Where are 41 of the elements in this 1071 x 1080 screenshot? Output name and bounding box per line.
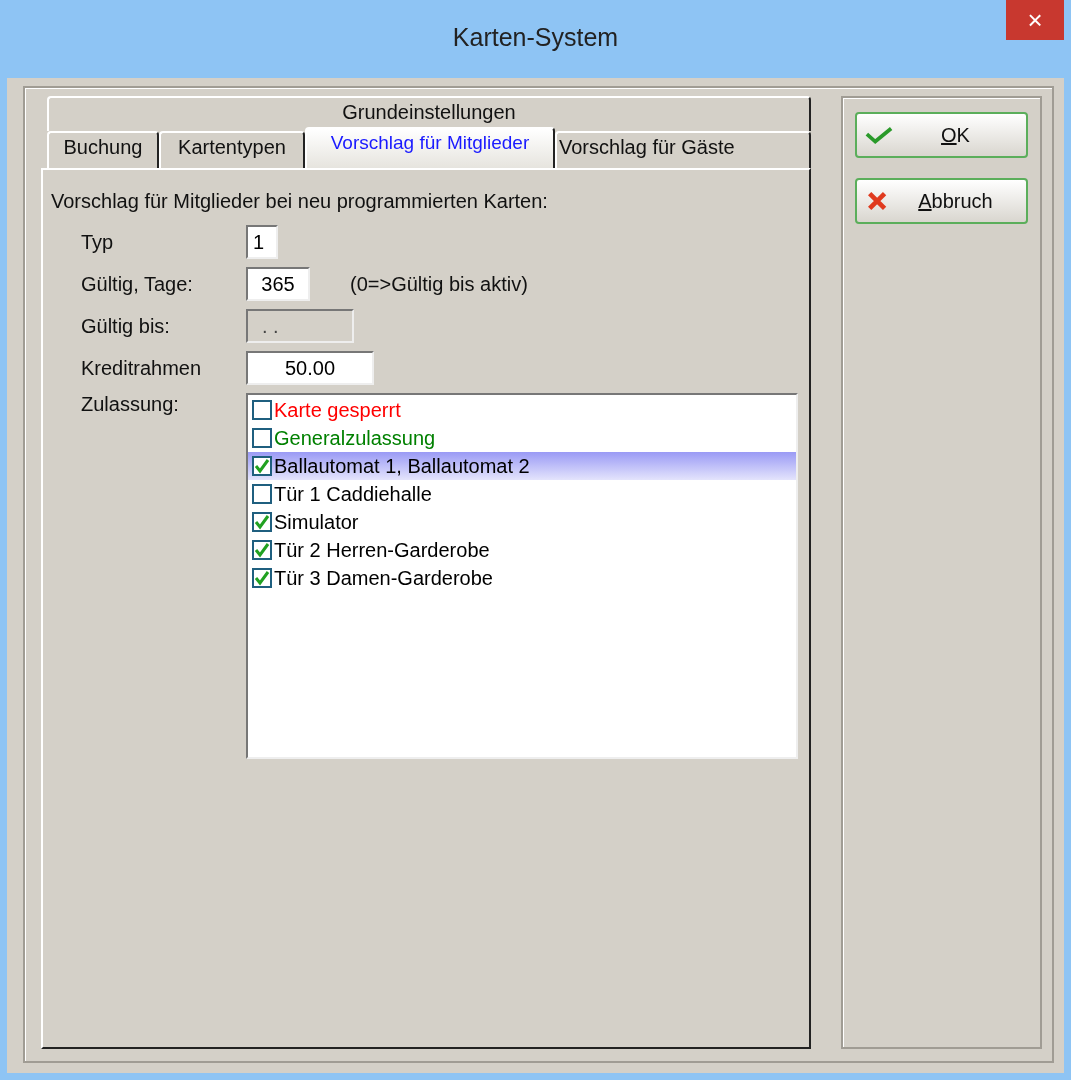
field-label: Gültig bis: [80,314,171,338]
checkbox[interactable] [252,456,272,476]
dialog-button[interactable]: OK [855,112,1028,158]
tab[interactable]: Buchung [47,131,159,168]
checkbox[interactable] [252,400,272,420]
list-item[interactable]: Tür 3 Damen-Garderobe [248,564,796,592]
item-label: Ballautomat 1, Ballautomat 2 [274,454,530,478]
item-label: Tür 3 Damen-Garderobe [274,566,493,590]
field-label: Kreditrahmen [80,356,203,380]
tab[interactable]: Vorschlag für Gäste [555,131,811,168]
item-label: Tür 2 Herren-Garderobe [274,538,490,562]
window-title: Karten-System [452,22,619,52]
tab[interactable]: Vorschlag für Mitglieder [305,127,555,168]
checkbox[interactable] [252,540,272,560]
input-field[interactable]: 1 [246,225,278,259]
tab[interactable]: Grundeinstellungen [47,96,811,131]
item-label: Simulator [274,510,359,534]
item-label: Tür 1 Caddiehalle [274,482,432,506]
checkbox[interactable] [252,512,272,532]
list-item[interactable]: Ballautomat 1, Ballautomat 2 [248,452,796,480]
item-label: Karte gesperrt [274,398,401,422]
field-label: Gültig, Tage: [80,272,194,296]
hint-text: (0=>Gültig bis aktiv) [350,272,528,296]
field-label: Zulassung: [80,393,180,416]
dialog-button[interactable]: Abbruch [855,178,1028,224]
checkbox[interactable] [252,568,272,588]
intro-text: Vorschlag für Mitglieder bei neu programmierten Karten: [51,190,549,213]
close-button[interactable]: × [1006,0,1064,40]
list-item[interactable]: Tür 2 Herren-Garderobe [248,536,796,564]
list-item[interactable]: Karte gesperrt [248,396,796,424]
list-item[interactable]: Simulator [248,508,796,536]
list-item[interactable]: Tür 1 Caddiehalle [248,480,796,508]
input-field[interactable]: 365 [246,267,310,301]
item-label: Generalzulassung [274,426,436,450]
field-label: Typ [80,230,115,254]
checkbox[interactable] [252,484,272,504]
input-field[interactable]: 50.00 [246,351,374,385]
list-item[interactable]: Generalzulassung [248,424,796,452]
checkbox[interactable] [252,428,272,448]
checkmark-icon [865,125,893,145]
tab[interactable]: Kartentypen [159,131,305,168]
